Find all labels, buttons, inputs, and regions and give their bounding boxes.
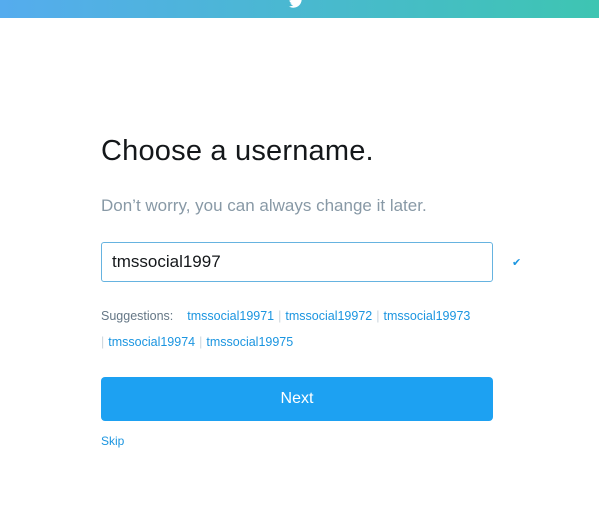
suggestions-label: Suggestions: [101, 309, 174, 323]
divider: | [278, 309, 282, 323]
suggestion-link[interactable]: tmssocial19975 [206, 335, 293, 349]
divider: | [101, 335, 105, 349]
suggestion-link[interactable]: tmssocial19972 [285, 309, 372, 323]
header-bar [0, 0, 599, 18]
checkmark-icon: ✔ [512, 257, 522, 269]
divider: | [376, 309, 380, 323]
username-input[interactable] [102, 243, 492, 281]
next-button[interactable]: Next [101, 377, 493, 421]
page-subtitle: Don’t worry, you can always change it la… [101, 196, 427, 215]
skip-link[interactable]: Skip [101, 434, 124, 448]
divider: | [199, 335, 203, 349]
suggestion-link[interactable]: tmssocial19974 [108, 335, 195, 349]
suggestion-link[interactable]: tmssocial19973 [384, 309, 471, 323]
suggestions: Suggestions: tmssocial19971 | tmssocial1997… [101, 303, 501, 355]
twitter-bird-icon [288, 0, 302, 8]
page-title: Choose a username. [101, 135, 374, 167]
suggestion-link[interactable]: tmssocial19971 [187, 309, 274, 323]
username-field-wrapper [101, 242, 493, 282]
